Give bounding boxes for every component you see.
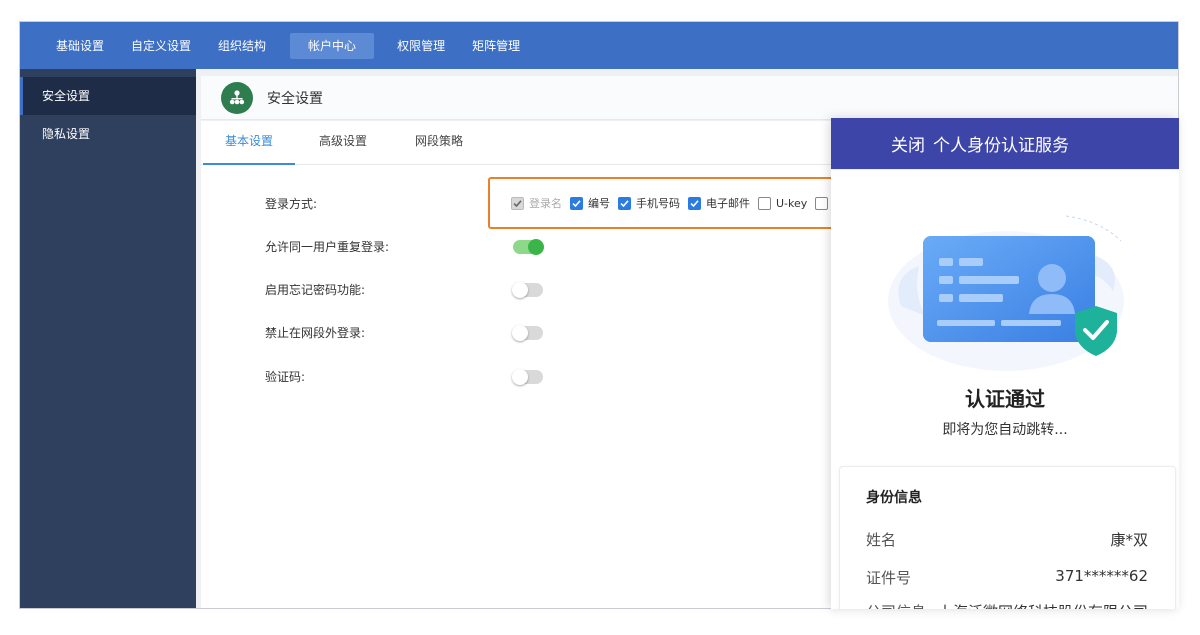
auth-status: 认证通过 — [965, 387, 1045, 411]
option-label: U-key — [776, 196, 808, 210]
tab-advanced-settings[interactable]: 高级设置 — [295, 121, 391, 165]
identity-auth-panel: 关闭 个人身份认证服务 认证通过 即将为您自动跳转... 身份信息 姓名 康*双… — [831, 118, 1179, 609]
toggle-forgot-password[interactable] — [512, 282, 543, 298]
sidebar-item-security[interactable]: 安全设置 — [20, 77, 196, 115]
identity-info-card: 身份信息 姓名 康*双 证件号 371******62 公司信息 上海泛微网络科… — [839, 466, 1176, 609]
option-label: 手机号码 — [636, 197, 680, 210]
auth-panel-title: 个人身份认证服务 — [933, 136, 1069, 156]
auth-panel-header: 关闭 个人身份认证服务 — [831, 118, 1179, 169]
toggle-duplicate-login[interactable] — [513, 239, 544, 255]
option-label: 编号 — [588, 197, 610, 210]
checkbox-email[interactable] — [688, 196, 701, 210]
login-method-label: 登录方式: — [265, 197, 318, 211]
identity-info-title: 身份信息 — [866, 490, 922, 506]
option-phone[interactable]: 手机号码 — [618, 195, 680, 211]
info-key: 证件号 — [866, 569, 912, 587]
toggle-knob — [512, 282, 528, 298]
info-row-name: 姓名 康*双 — [866, 529, 1148, 550]
nav-matrix-management[interactable]: 矩阵管理 — [461, 33, 531, 59]
option-number[interactable]: 编号 — [570, 195, 610, 211]
nav-permission-management[interactable]: 权限管理 — [386, 33, 456, 59]
toggle-knob — [528, 239, 544, 255]
redirect-message: 即将为您自动跳转... — [942, 422, 1068, 438]
option-login-name: 登录名 — [511, 195, 562, 211]
nav-account-center[interactable]: 帐户中心 — [290, 32, 375, 59]
checkbox-number[interactable] — [570, 196, 583, 210]
close-button[interactable]: 关闭 — [891, 131, 925, 156]
nav-org-structure[interactable]: 组织结构 — [207, 33, 277, 59]
info-key: 姓名 — [866, 531, 897, 549]
id-card-verified-icon — [888, 215, 1124, 371]
toggle-knob — [512, 369, 528, 385]
option-ukey[interactable]: U-key — [758, 196, 808, 210]
toggle-label-forgot-password: 启用忘记密码功能: — [265, 283, 366, 297]
nav-basic-settings[interactable]: 基础设置 — [45, 33, 115, 59]
checkbox-login-name — [511, 196, 524, 210]
info-value: 上海泛微网络科技股份有限公司 — [938, 601, 1148, 609]
checkbox-more[interactable] — [815, 196, 829, 210]
toggle-label-outside-network: 禁止在网段外登录: — [265, 326, 366, 340]
info-row-id-number: 证件号 371******62 — [866, 567, 1148, 588]
info-value: 371******62 — [1055, 567, 1148, 585]
tab-basic-settings[interactable]: 基本设置 — [203, 121, 296, 165]
checkbox-ukey[interactable] — [758, 196, 771, 210]
toggle-knob — [512, 325, 528, 341]
sidebar: 安全设置 隐私设置 — [20, 69, 196, 608]
checkbox-phone[interactable] — [618, 196, 631, 210]
login-method-options: 登录名 编号 手机号码 电子邮件 U-key — [488, 177, 848, 229]
option-label: 登录名 — [529, 197, 562, 210]
option-email[interactable]: 电子邮件 — [688, 195, 750, 211]
panel-header: 安全设置 — [201, 76, 1178, 120]
top-navigation: 基础设置 自定义设置 组织结构 帐户中心 权限管理 矩阵管理 — [20, 22, 1178, 69]
toggle-captcha[interactable] — [512, 369, 543, 385]
info-value: 康*双 — [1110, 531, 1148, 549]
sidebar-item-privacy[interactable]: 隐私设置 — [20, 115, 196, 153]
nav-custom-settings[interactable]: 自定义设置 — [120, 33, 202, 59]
toggle-label-captcha: 验证码: — [265, 370, 306, 384]
tab-network-policy[interactable]: 网段策略 — [391, 121, 487, 165]
org-chart-icon — [221, 81, 253, 114]
toggle-label-duplicate-login: 允许同一用户重复登录: — [265, 240, 390, 254]
divider — [831, 169, 1179, 170]
info-key: 公司信息 — [866, 601, 926, 609]
option-label: 电子邮件 — [706, 197, 750, 210]
info-row-company: 公司信息 上海泛微网络科技股份有限公司 — [866, 601, 1148, 609]
page-title: 安全设置 — [267, 90, 323, 107]
toggle-outside-network[interactable] — [512, 325, 543, 341]
